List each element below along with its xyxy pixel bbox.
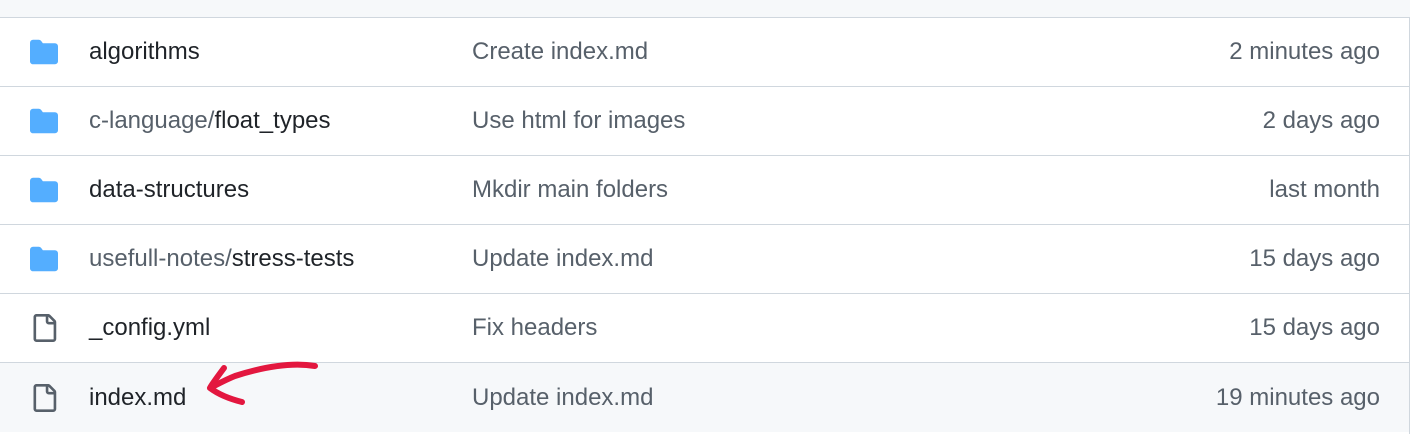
commit-message-link[interactable]: Fix headers (472, 314, 597, 342)
file-name-link[interactable]: _config.yml (89, 314, 210, 342)
file-row-data-structures[interactable]: data-structures Mkdir main folders last … (0, 156, 1409, 225)
commit-message-link[interactable]: Create index.md (472, 38, 648, 66)
file-row-algorithms[interactable]: algorithms Create index.md 2 minutes ago (0, 18, 1409, 87)
file-row-c-language[interactable]: c-language/float_types Use html for imag… (0, 87, 1409, 156)
commit-message-link[interactable]: Update index.md (472, 245, 653, 273)
file-name-link[interactable]: data-structures (89, 176, 249, 204)
file-row-index-md[interactable]: index.md Update index.md 19 minutes ago (0, 363, 1409, 432)
file-rows: algorithms Create index.md 2 minutes ago… (0, 18, 1409, 432)
file-list: algorithms Create index.md 2 minutes ago… (0, 0, 1410, 434)
commit-age: 15 days ago (1249, 245, 1380, 272)
file-name-link[interactable]: usefull-notes/stress-tests (89, 245, 354, 273)
folder-icon (30, 177, 58, 203)
folder-icon (30, 108, 58, 134)
file-icon (33, 383, 57, 412)
commit-message-link[interactable]: Use html for images (472, 107, 685, 135)
commit-age: 2 days ago (1262, 107, 1380, 134)
commit-age: 2 minutes ago (1229, 38, 1380, 65)
commit-age: 19 minutes ago (1215, 383, 1380, 411)
file-row-config[interactable]: _config.yml Fix headers 15 days ago (0, 294, 1409, 363)
file-name-link[interactable]: c-language/float_types (89, 107, 331, 135)
file-icon (33, 314, 57, 342)
commit-age: last month (1269, 176, 1380, 203)
commit-age: 15 days ago (1249, 314, 1380, 341)
file-row-usefull-notes[interactable]: usefull-notes/stress-tests Update index.… (0, 225, 1409, 294)
folder-icon (30, 39, 58, 65)
folder-icon (30, 246, 58, 272)
file-name-link[interactable]: algorithms (89, 38, 200, 66)
file-list-header (0, 0, 1410, 18)
commit-message-link[interactable]: Mkdir main folders (472, 176, 668, 204)
file-name-link[interactable]: index.md (89, 384, 186, 412)
commit-message-link[interactable]: Update index.md (472, 384, 653, 412)
